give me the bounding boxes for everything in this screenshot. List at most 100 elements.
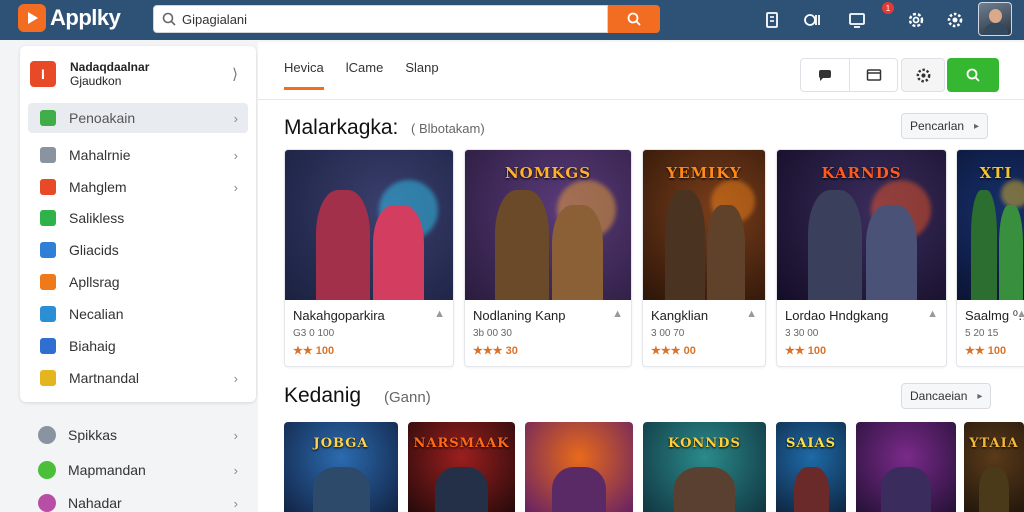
game-card[interactable]: KARNDS Lordao Hndgkang 3 30 00 ★★ 100 ▲ (776, 149, 947, 367)
chevron-right-icon: › (233, 462, 238, 478)
sidebar-item-label: Mapmandan (68, 462, 146, 478)
section-more-label: Pencarlan (910, 119, 965, 133)
game-banner: KONNDS (668, 435, 741, 451)
chat-icon (818, 70, 831, 81)
game-tile[interactable] (525, 422, 633, 512)
game-banner: YEMIKY (666, 164, 742, 182)
chevron-right-icon: › (233, 147, 238, 163)
sidebar-item-label: Necalian (69, 306, 124, 322)
circle-icon (40, 274, 56, 290)
settings-button[interactable] (901, 58, 945, 92)
notification-badge: 1 (882, 2, 894, 14)
game-banner: NARSMAAK (413, 435, 510, 451)
chat-view-button[interactable] (801, 59, 849, 91)
top-bar: Applky 1 (0, 0, 1024, 40)
game-banner: YTAIA (969, 435, 1019, 451)
game-banner: NOMKGS (504, 164, 592, 182)
chevron-up-icon[interactable]: ▲ (746, 308, 757, 320)
user-icon (38, 494, 56, 512)
search-icon (966, 68, 980, 82)
game-card[interactable]: Nakahgoparkira G3 0 100 ★★ 100 ▲ (284, 149, 454, 367)
app-logo[interactable]: Applky (18, 4, 121, 32)
game-name: Nakahgoparkira (293, 308, 385, 323)
game-thumbnail: NOMKGS (465, 150, 631, 300)
card-view-button[interactable] (849, 59, 897, 91)
card-icon (866, 69, 881, 81)
media-icon[interactable] (800, 8, 824, 32)
game-card[interactable]: YEMIKY Kangklian 3 00 70 ★★★ 00 ▲ (642, 149, 766, 367)
game-banner: KARNDS (821, 164, 902, 182)
primary-action-button[interactable] (947, 58, 999, 92)
sidebar-item[interactable]: Penoakain › (28, 103, 248, 133)
section-more-button[interactable]: Pencarlan ▸ (901, 113, 989, 139)
chevron-up-icon[interactable]: ▲ (434, 308, 445, 320)
game-character (979, 467, 1009, 512)
sidebar-item[interactable]: Salikless (28, 203, 248, 233)
chevron-up-icon[interactable]: ▲ (927, 308, 938, 320)
game-tile[interactable] (856, 422, 956, 512)
tab-came[interactable]: lCame (346, 60, 384, 90)
game-thumbnail: KARNDS (777, 150, 946, 300)
game-rating: ★★★ 00 (651, 345, 696, 357)
game-tile[interactable]: KONNDS (643, 422, 766, 512)
search-input[interactable] (182, 11, 602, 27)
sidebar-item[interactable]: Mapmandan › (28, 455, 248, 485)
sidebar-item-label: Spikkas (68, 427, 118, 443)
play-icon (18, 4, 46, 32)
game-rating: ★★★ 30 (473, 345, 518, 357)
trend-icon (40, 306, 56, 322)
gear-icon[interactable] (943, 8, 967, 32)
chevron-up-icon[interactable]: ▲ (612, 308, 623, 320)
game-tile[interactable]: NARSMAAK (408, 422, 515, 512)
search-button[interactable] (608, 5, 660, 33)
game-card[interactable]: NOMKGS Nodlaning Kanp 3b 00 30 ★★★ 30 ▲ (464, 149, 632, 367)
game-character (793, 467, 829, 512)
game-thumbnail: YEMIKY (643, 150, 765, 300)
chevron-right-icon: › (233, 495, 238, 511)
game-banner: XTI (979, 164, 1013, 182)
chevron-right-icon: › (233, 370, 238, 386)
game-tile[interactable]: JOBGA (284, 422, 398, 512)
sidebar-item-label: Gliacids (69, 242, 119, 258)
user-avatar[interactable] (978, 2, 1012, 36)
chevron-right-icon: › (233, 427, 238, 443)
search-icon (627, 12, 641, 26)
game-character (881, 467, 931, 512)
tab-hevica[interactable]: Hevica (284, 60, 324, 90)
game-character (434, 467, 489, 512)
section-more-button[interactable]: Dancaeian ▸ (901, 383, 992, 409)
chat-icon (40, 338, 56, 354)
main-content: Hevica lCame Slanp Malarkagka: ( Blbotak… (258, 42, 1024, 512)
section-title: Kedanig (284, 384, 362, 407)
sidebar-item[interactable]: Apllsrag (28, 267, 248, 297)
game-card[interactable]: XTI Saalmg ⁰… 5 20 15 ★★ 100 ▲ (956, 149, 1024, 367)
game-meta: G3 0 100 (293, 328, 335, 339)
game-meta: 3b 00 30 (473, 328, 512, 339)
game-banner: SAIAS (785, 435, 837, 451)
settings-icon[interactable] (904, 8, 928, 32)
monitor-icon[interactable] (845, 8, 869, 32)
game-tile[interactable]: YTAIA (964, 422, 1024, 512)
section-subtitle: ( Blbotakam) (411, 121, 485, 136)
arrow-right-icon: ▸ (974, 120, 980, 132)
chevron-up-icon[interactable]: ▲ (1016, 308, 1024, 320)
game-rating: ★★ 100 (293, 345, 335, 357)
sidebar-item[interactable]: Mahalrnie › (28, 140, 248, 170)
sidebar-header: I Nadaqdaalnar Gjaudkon ⟩ (30, 56, 246, 92)
sidebar-item[interactable]: Spikkas › (28, 420, 248, 450)
game-tile[interactable]: SAIAS (776, 422, 846, 512)
sidebar-item[interactable]: Nahadar › (28, 488, 248, 512)
home-icon (40, 110, 56, 126)
sidebar-item[interactable]: Martnandal › (28, 363, 248, 393)
sidebar-item[interactable]: Biahaig (28, 331, 248, 361)
view-toggle-group (800, 58, 898, 92)
game-name: Kangklian (651, 308, 709, 323)
tab-slanp[interactable]: Slanp (405, 60, 438, 90)
collapse-icon[interactable]: ⟩ (232, 65, 246, 83)
search-field[interactable] (153, 5, 608, 33)
document-icon[interactable] (760, 8, 784, 32)
sidebar-item[interactable]: Gliacids (28, 235, 248, 265)
sidebar-item[interactable]: Necalian (28, 299, 248, 329)
sidebar-item[interactable]: Mahglem › (28, 172, 248, 202)
game-character (673, 467, 736, 512)
